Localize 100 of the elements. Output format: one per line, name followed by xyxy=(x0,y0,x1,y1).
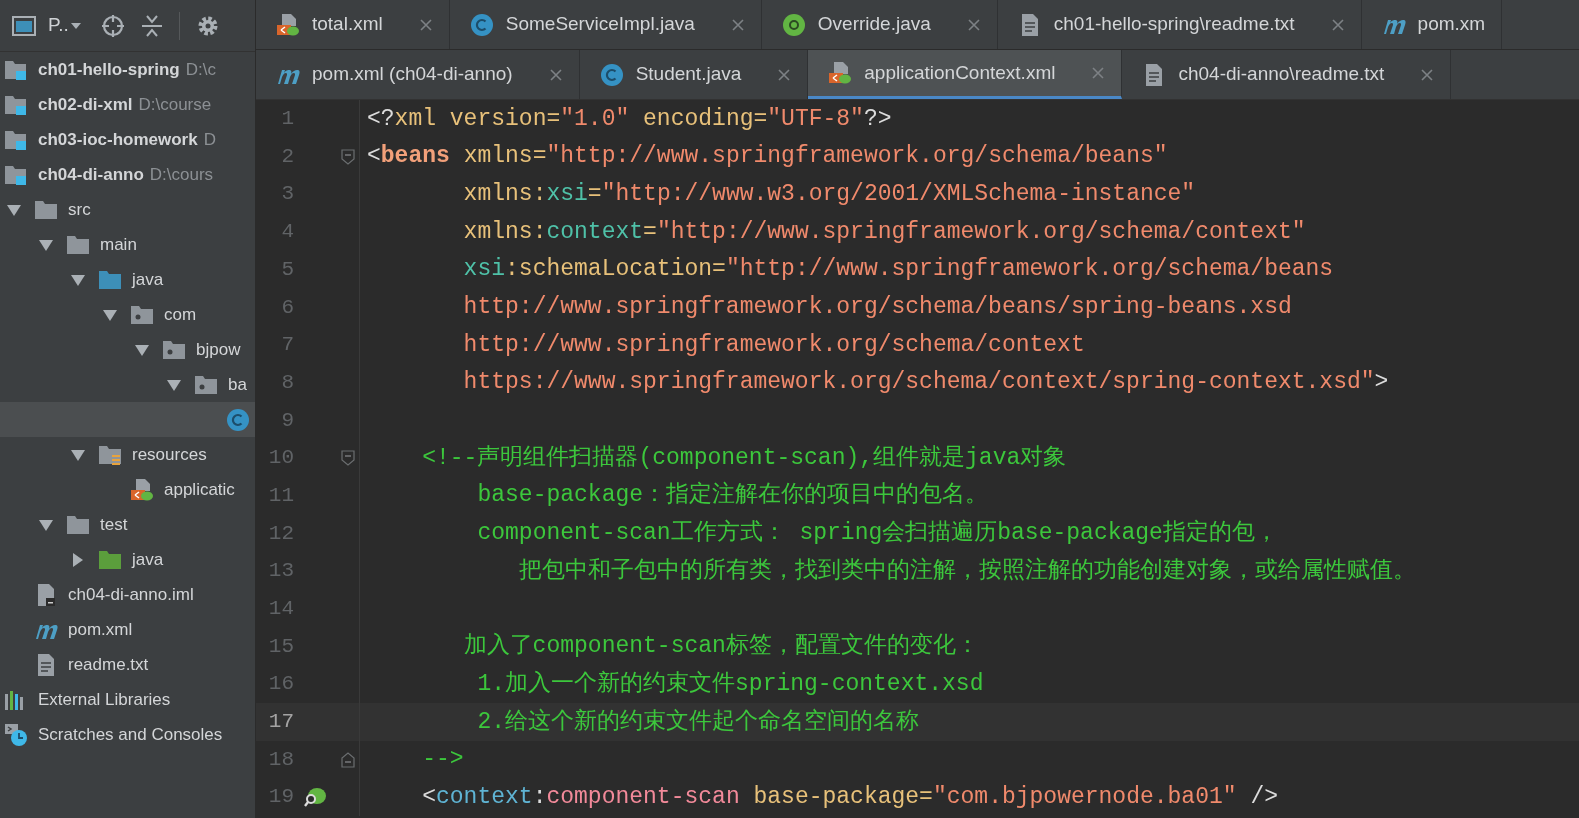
editor-tab[interactable]: ch01-hello-spring\readme.txt xyxy=(997,0,1362,49)
line-number: 9 xyxy=(280,407,294,434)
code-line: http://www.springframework.org/schema/beans/spring-beans.xsd xyxy=(462,293,1292,323)
editor-tab[interactable]: total.xml xyxy=(256,0,450,49)
console-clock-icon xyxy=(4,722,28,747)
line-number: 10 xyxy=(267,445,294,472)
line-number: 19 xyxy=(267,784,294,811)
tree-item[interactable]: java xyxy=(0,542,255,577)
tree-item[interactable]: External Libraries xyxy=(0,682,255,717)
close-icon xyxy=(966,17,981,32)
tree-item[interactable]: bjpow xyxy=(0,332,255,367)
editor-tab[interactable]: Student.java xyxy=(579,50,809,99)
code-line: https://www.springframework.org/schema/context/spring-context.xsd"> xyxy=(462,368,1389,398)
item-label: test xyxy=(100,513,128,536)
xml-leaf-file-icon xyxy=(276,12,300,37)
item-label: ch04-di-anno.iml xyxy=(68,583,194,606)
code-line: xmlns:context="http://www.springframework.org/schema/context" xyxy=(462,217,1306,247)
class-c-icon xyxy=(599,62,624,87)
line-number: 12 xyxy=(267,520,294,547)
code-line: 2.给这个新的约束文件起个命名空间的名称 xyxy=(476,707,920,737)
line-number: 3 xyxy=(280,181,294,208)
item-label: ba xyxy=(228,373,247,396)
item-label: Scratches and Consoles xyxy=(38,723,223,746)
line-number: 2 xyxy=(280,143,294,170)
item-label: pom.xml xyxy=(68,618,133,641)
code-line: base-package：指定注解在你的项目中的包名。 xyxy=(476,480,989,511)
item-label: readme.txt xyxy=(68,653,149,676)
locate-button[interactable] xyxy=(100,13,125,38)
class-c-icon xyxy=(226,407,250,432)
item-label: java xyxy=(132,268,164,291)
tree-item[interactable]: ch04-di-anno D:\cours xyxy=(0,157,255,192)
editor-tab[interactable]: applicationContext.xml xyxy=(808,50,1123,99)
code-line: <beans xmlns="http://www.springframework.org/schema/beans" xyxy=(366,142,1168,172)
caret-icon xyxy=(70,21,81,30)
tree-item[interactable]: ch02-di-xml D:\course xyxy=(0,87,255,122)
editor-tab[interactable]: SomeServiceImpl.java xyxy=(449,0,762,49)
line-number: 4 xyxy=(280,219,294,246)
line-number: 15 xyxy=(267,633,294,660)
close-icon xyxy=(777,67,792,82)
crosshair-icon xyxy=(100,13,125,38)
close-icon xyxy=(1330,17,1345,32)
item-label: applicatic xyxy=(164,478,235,501)
close-icon xyxy=(1420,67,1435,82)
code-line: <?xml version="1.0" encoding="UTF-8"?> xyxy=(366,104,892,134)
tree-item[interactable]: applicatic xyxy=(0,472,255,507)
close-icon xyxy=(418,17,433,32)
tree-item[interactable]: src xyxy=(0,192,255,227)
line-number: 6 xyxy=(280,294,294,321)
code-line: <context:component-scan base-package="com.bjpowernode.ba01" /> xyxy=(421,782,1278,812)
code-line: xmlns:xsi="http://www.w3.org/2001/XMLSchema-instance" xyxy=(462,179,1196,209)
class-c-icon xyxy=(469,12,494,37)
line-number: 14 xyxy=(267,596,294,623)
close-icon xyxy=(548,67,563,82)
item-label: main xyxy=(100,233,137,256)
line-number: 18 xyxy=(267,746,294,773)
line-number: 17 xyxy=(267,709,294,736)
code-line: component-scan工作方式： spring会扫描遍历base-package指定的包， xyxy=(476,518,1278,549)
tree-item[interactable]: ch04-di-anno.iml xyxy=(0,577,255,612)
module-path: D:\c xyxy=(185,58,216,81)
project-window-icon xyxy=(12,14,36,37)
editor-tab[interactable]: pom.xml (ch04-di-anno) xyxy=(256,50,580,99)
code-line: xsi:schemaLocation="http://www.springframework.org/schema/beans xyxy=(462,255,1334,285)
tree-item[interactable]: main xyxy=(0,227,255,262)
module-name: ch04-di-anno xyxy=(38,163,144,186)
close-icon xyxy=(1091,66,1106,80)
tree-item[interactable]: resources xyxy=(0,437,255,472)
code-line: <!--声明组件扫描器(component-scan),组件就是java对象 xyxy=(421,443,1067,473)
code-line: 加入了component-scan标签，配置文件的变化： xyxy=(462,631,979,662)
tree-item[interactable]: Scratches and Consoles xyxy=(0,717,255,752)
module-name: ch03-ioc-homework xyxy=(38,128,198,151)
xml-leaf-file-icon xyxy=(828,61,853,85)
collapse-icon xyxy=(140,13,163,38)
line-number: 7 xyxy=(280,332,294,359)
editor-tab[interactable]: pom.xm xyxy=(1361,0,1503,49)
tree-item[interactable]: com xyxy=(0,297,255,332)
project-view-dropdown[interactable]: P.. xyxy=(48,11,81,40)
xml-leaf-file-icon xyxy=(130,477,154,502)
tree-item[interactable]: ch01-hello-spring D:\c xyxy=(0,52,255,87)
tree-item[interactable]: test xyxy=(0,507,255,542)
tree-item[interactable]: java xyxy=(0,262,255,297)
line-number: 1 xyxy=(280,106,294,133)
code-line: 1.加入一个新的约束文件spring-context.xsd xyxy=(476,669,984,699)
tree-item[interactable]: pom.xml xyxy=(0,612,255,647)
item-label: com xyxy=(164,303,197,326)
tree-item[interactable]: ba xyxy=(0,367,255,402)
tree-item[interactable]: readme.txt xyxy=(0,647,255,682)
code-line: http://www.springframework.org/schema/context xyxy=(462,330,1085,360)
editor-tab[interactable]: ch04-di-anno\readme.txt xyxy=(1122,50,1452,99)
line-number: 5 xyxy=(280,256,294,283)
line-number: 11 xyxy=(267,482,294,509)
tree-item[interactable]: ch03-ioc-homework D xyxy=(0,122,255,157)
item-label: resources xyxy=(132,443,207,466)
code-line: --> xyxy=(421,745,464,775)
module-path: D:\cours xyxy=(149,163,214,186)
item-label: External Libraries xyxy=(38,688,171,711)
code-line: 把包中和子包中的所有类，找到类中的注解，按照注解的功能创建对象，或给属性赋值。 xyxy=(517,556,1416,586)
editor-tab[interactable]: Override.java xyxy=(761,0,998,49)
collapse-all-button[interactable] xyxy=(140,13,163,38)
item-label: bjpow xyxy=(196,338,241,361)
module-path: D xyxy=(203,128,216,151)
